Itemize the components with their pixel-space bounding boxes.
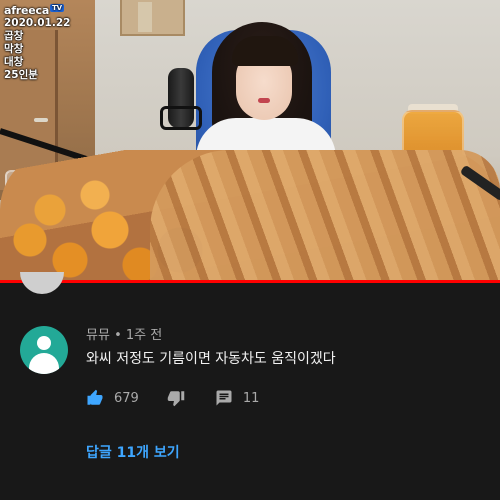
video-frame[interactable]: afreeca TV 2020.01.22 곱창 막창 대창 25인분 bbox=[0, 0, 500, 282]
reply-button[interactable]: 11 bbox=[215, 389, 260, 407]
thumbs-up-icon[interactable] bbox=[86, 389, 104, 407]
like-button[interactable]: 679 bbox=[86, 389, 139, 407]
overlay-date: 2020.01.22 bbox=[4, 17, 71, 29]
comment-author[interactable]: 뮤뮤 bbox=[86, 328, 110, 343]
gopchang-pile bbox=[150, 150, 500, 282]
dislike-button[interactable] bbox=[167, 389, 185, 407]
comment: 뮤뮤 • 1주 전 와씨 저정도 기름이면 자동차도 움직이겠다 679 11 … bbox=[0, 296, 500, 500]
avatar-body bbox=[29, 353, 59, 374]
avatar-head bbox=[37, 336, 51, 350]
overlay-line-2: 막창 bbox=[4, 43, 24, 55]
reply-count: 11 bbox=[242, 390, 260, 406]
logo-text: afreeca bbox=[4, 4, 50, 17]
comment-icon[interactable] bbox=[215, 389, 233, 407]
afreecatv-logo: afreeca TV bbox=[4, 4, 70, 17]
channel-thumbnail[interactable] bbox=[20, 272, 64, 294]
like-count: 679 bbox=[114, 390, 139, 406]
comment-time[interactable]: 1주 전 bbox=[126, 328, 162, 343]
default-user-avatar[interactable] bbox=[20, 326, 68, 374]
comment-actions: 679 11 bbox=[86, 388, 259, 408]
comment-meta: 뮤뮤 • 1주 전 bbox=[86, 324, 162, 343]
overlay-line-3: 대창 bbox=[4, 56, 24, 68]
video-progress-bar[interactable] bbox=[0, 280, 500, 283]
progress-fill bbox=[0, 280, 500, 283]
comment-text: 와씨 저정도 기름이면 자동차도 움직이겠다 bbox=[86, 351, 336, 367]
overlay-line-4: 25인분 bbox=[4, 69, 38, 81]
shelf-item bbox=[138, 2, 152, 32]
overlay-line-1: 곱창 bbox=[4, 30, 24, 42]
wall-shelf bbox=[120, 0, 185, 36]
thumbs-down-icon[interactable] bbox=[167, 389, 185, 407]
streamer-bangs bbox=[232, 36, 298, 66]
streamer-lips bbox=[258, 98, 270, 103]
logo-badge: TV bbox=[50, 4, 64, 12]
meta-separator: • bbox=[114, 328, 122, 343]
view-replies-link[interactable]: 답글 11개 보기 bbox=[86, 442, 180, 462]
stream-overlay: afreeca TV 2020.01.22 곱창 막창 대창 25인분 bbox=[4, 4, 70, 82]
mic-mount bbox=[160, 106, 202, 130]
